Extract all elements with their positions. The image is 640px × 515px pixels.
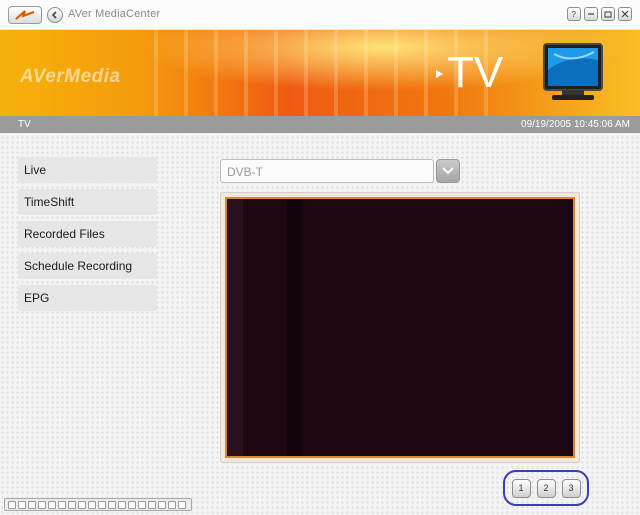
app-logo-icon bbox=[15, 10, 35, 20]
title-arrow-icon bbox=[436, 70, 443, 78]
brand-logo: AVerMedia bbox=[20, 66, 121, 87]
title-bar: AVer MediaCenter ? bbox=[0, 0, 640, 30]
toolbar-button[interactable] bbox=[138, 500, 146, 509]
toolbar-button[interactable] bbox=[38, 500, 46, 509]
minimize-button[interactable] bbox=[584, 7, 598, 21]
help-icon: ? bbox=[572, 10, 577, 18]
preview-pager: 1 2 3 bbox=[503, 470, 589, 506]
toolbar-button[interactable] bbox=[18, 500, 26, 509]
app-window: AVer MediaCenter ? AVerMedia TV TV 09/19… bbox=[0, 0, 640, 515]
tv-source-dropdown-button[interactable] bbox=[436, 159, 460, 183]
menu-item-timeshift[interactable]: TimeShift bbox=[18, 189, 157, 215]
toolbar-button[interactable] bbox=[48, 500, 56, 509]
toolbar-button[interactable] bbox=[168, 500, 176, 509]
datetime-display: 09/19/2005 10:45:06 AM bbox=[521, 119, 630, 130]
toolbar-button[interactable] bbox=[78, 500, 86, 509]
current-section-label: TV bbox=[18, 119, 31, 130]
menu-item-recorded-files[interactable]: Recorded Files bbox=[18, 221, 157, 247]
pager-button-2[interactable]: 2 bbox=[536, 478, 556, 498]
menu-item-schedule-recording[interactable]: Schedule Recording bbox=[18, 253, 157, 279]
tv-menu: Live TimeShift Recorded Files Schedule R… bbox=[18, 157, 157, 317]
video-signal-band bbox=[287, 199, 301, 456]
toolbar-button[interactable] bbox=[98, 500, 106, 509]
banner-decoration bbox=[140, 30, 500, 116]
toolbar-button[interactable] bbox=[128, 500, 136, 509]
toolbar-button[interactable] bbox=[58, 500, 66, 509]
back-button[interactable] bbox=[47, 7, 63, 23]
menu-item-epg[interactable]: EPG bbox=[18, 285, 157, 311]
toolbar-button[interactable] bbox=[108, 500, 116, 509]
toolbar-button[interactable] bbox=[118, 500, 126, 509]
svg-text:?: ? bbox=[572, 10, 577, 18]
menu-item-live[interactable]: Live bbox=[18, 157, 157, 183]
chevron-down-icon bbox=[442, 167, 454, 175]
close-button[interactable] bbox=[618, 7, 632, 21]
back-arrow-icon bbox=[51, 11, 57, 19]
playback-toolbar bbox=[4, 498, 192, 511]
status-bar: TV 09/19/2005 10:45:06 AM bbox=[0, 116, 640, 133]
video-preview[interactable] bbox=[225, 197, 575, 458]
pager-button-1[interactable]: 1 bbox=[511, 478, 531, 498]
video-signal-band bbox=[227, 199, 243, 456]
restore-button[interactable] bbox=[601, 7, 615, 21]
pager-button-3[interactable]: 3 bbox=[561, 478, 581, 498]
toolbar-button[interactable] bbox=[68, 500, 76, 509]
restore-icon bbox=[604, 11, 612, 18]
toolbar-button[interactable] bbox=[148, 500, 156, 509]
app-menu-button[interactable] bbox=[8, 6, 42, 24]
toolbar-button[interactable] bbox=[158, 500, 166, 509]
section-title: TV bbox=[447, 48, 504, 97]
tv-source-select[interactable]: DVB-T bbox=[220, 159, 434, 183]
toolbar-button[interactable] bbox=[88, 500, 96, 509]
window-controls: ? bbox=[567, 7, 632, 21]
tv-icon bbox=[543, 43, 603, 100]
app-title: AVer MediaCenter bbox=[68, 8, 161, 20]
close-icon bbox=[621, 10, 629, 18]
help-button[interactable]: ? bbox=[567, 7, 581, 21]
toolbar-button[interactable] bbox=[8, 500, 16, 509]
toolbar-button[interactable] bbox=[28, 500, 36, 509]
header-banner: AVerMedia TV bbox=[0, 30, 640, 116]
video-preview-frame bbox=[220, 192, 580, 463]
minimize-icon bbox=[588, 13, 594, 15]
toolbar-button[interactable] bbox=[178, 500, 186, 509]
